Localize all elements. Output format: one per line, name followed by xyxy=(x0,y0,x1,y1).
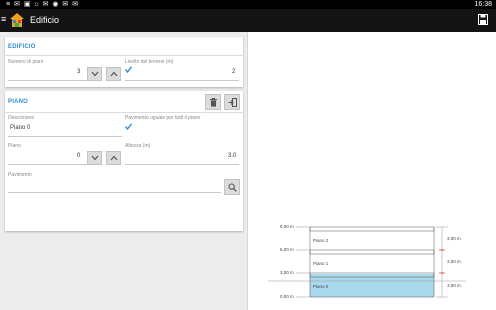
import-floor-button[interactable] xyxy=(224,94,240,110)
notification-icons: ≡ ✉ ▣ ⌂ ✉ ◉ ✉ ✉ xyxy=(6,1,80,8)
edificio-card-title: EDIFICIO xyxy=(8,44,36,50)
livello-terreno-checkbox[interactable] xyxy=(125,66,132,73)
elevation-label: 0,00 m xyxy=(280,294,294,299)
altezza-input[interactable]: 3.0 xyxy=(228,153,236,159)
menu-icon[interactable]: ≡ xyxy=(1,14,6,24)
divider xyxy=(5,112,243,113)
elevation-label: 9,00 m xyxy=(280,224,294,229)
divider xyxy=(5,55,243,56)
search-pavimento-button[interactable] xyxy=(224,179,240,195)
piano-value[interactable]: 0 xyxy=(77,153,80,159)
floor-label: Piano 1 xyxy=(313,261,329,266)
pavimento-label: Pavimento xyxy=(8,172,32,178)
floor-height-label: 3,00 m xyxy=(447,259,461,264)
status-bar: ≡ ✉ ▣ ⌂ ✉ ◉ ✉ ✉ 16:38 xyxy=(0,0,496,9)
pavimento-underline xyxy=(8,192,221,193)
delete-floor-button[interactable] xyxy=(205,94,221,110)
numero-piani-label: Numero di piani xyxy=(8,59,44,65)
chevron-up-icon xyxy=(110,155,117,161)
pavimento-uguale-checkbox[interactable] xyxy=(125,123,132,130)
status-time: 16:38 xyxy=(474,1,492,8)
floor-label: Piano 2 xyxy=(313,238,329,243)
livello-terreno-value[interactable]: 2 xyxy=(232,69,235,75)
descrizione-input[interactable]: Piano 0 xyxy=(10,125,30,131)
elevation-label: 3,00 m xyxy=(280,270,294,275)
piano-card-title: PIANO xyxy=(8,99,29,105)
edificio-card: EDIFICIO Numero di piani 3 Livello del t… xyxy=(5,37,243,87)
altezza-label: Altezza (m) xyxy=(125,143,151,149)
altezza-underline xyxy=(125,164,239,165)
form-pane: EDIFICIO Numero di piani 3 Livello del t… xyxy=(0,32,248,310)
piano-decrement-button[interactable] xyxy=(87,151,102,165)
numero-piani-value[interactable]: 3 xyxy=(77,69,80,75)
numero-piani-underline xyxy=(8,80,87,81)
import-icon xyxy=(228,97,237,107)
livello-terreno-label: Livello del terreno (m) xyxy=(125,59,174,65)
chevron-down-icon xyxy=(91,155,98,161)
trash-icon xyxy=(209,97,217,107)
selected-floor-fill xyxy=(310,274,434,297)
chevron-down-icon xyxy=(91,71,98,77)
piano-card: PIANO Descrizione Piano 0 Pavimento ugua… xyxy=(5,91,243,231)
livello-terreno-underline xyxy=(125,80,239,81)
height-dimension-line xyxy=(436,226,448,298)
floor-slabs xyxy=(309,226,435,298)
piano-increment-button[interactable] xyxy=(106,151,121,165)
numero-piani-increment-button[interactable] xyxy=(106,67,121,81)
descrizione-underline xyxy=(8,136,122,137)
numero-piani-decrement-button[interactable] xyxy=(87,67,102,81)
app-bar: ≡ Edificio xyxy=(0,9,496,32)
floor-label: Piano 0 xyxy=(313,284,329,289)
elevation-label: 6,00 m xyxy=(280,247,294,252)
descrizione-label: Descrizione xyxy=(8,115,35,121)
piano-label: Piano xyxy=(8,143,21,149)
save-icon[interactable] xyxy=(478,14,488,25)
search-icon xyxy=(227,182,237,192)
app-logo-icon xyxy=(10,13,24,27)
pavimento-uguale-label: Pavimento uguale per tutti il piano xyxy=(125,115,201,121)
piano-underline xyxy=(8,164,87,165)
page-title: Edificio xyxy=(30,15,60,25)
chevron-up-icon xyxy=(110,71,117,77)
elevation-ticks xyxy=(296,226,310,298)
floor-height-label: 3,00 m xyxy=(447,236,461,241)
floor-height-label: 3,00 m xyxy=(447,283,461,288)
